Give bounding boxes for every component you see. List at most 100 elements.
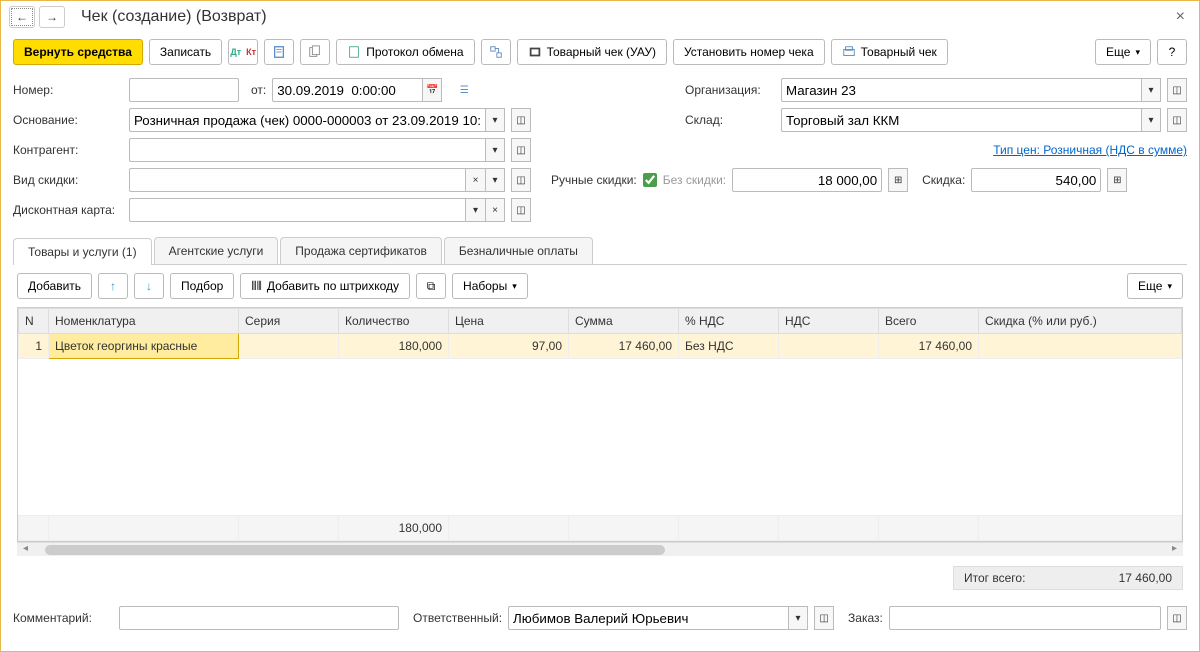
refund-button[interactable]: Вернуть средства bbox=[13, 39, 143, 65]
number-input[interactable] bbox=[129, 78, 239, 102]
col-vatp[interactable]: % НДС bbox=[679, 309, 779, 334]
tab-goods[interactable]: Товары и услуги (1) bbox=[13, 238, 152, 265]
col-nomen[interactable]: Номенклатура bbox=[49, 309, 239, 334]
responsible-dropdown-button[interactable]: ▾ bbox=[788, 606, 808, 630]
cell-total[interactable]: 17 460,00 bbox=[879, 334, 979, 359]
discount-calc-button[interactable]: ⊞ bbox=[1107, 168, 1127, 192]
slip-uau-button[interactable]: Товарный чек (УАУ) bbox=[517, 39, 667, 65]
table-row[interactable]: 1 Цветок георгины красные 180,000 97,00 … bbox=[19, 334, 1182, 359]
sets-button[interactable]: Наборы ▾ bbox=[452, 273, 528, 299]
price-type-link[interactable]: Тип цен: Розничная (НДС в сумме) bbox=[993, 143, 1187, 157]
move-up-button[interactable]: ↑ bbox=[98, 273, 128, 299]
responsible-input[interactable] bbox=[508, 606, 788, 630]
docs-icon-button[interactable] bbox=[300, 39, 330, 65]
discount-type-clear-button[interactable]: × bbox=[465, 168, 485, 192]
scrollbar-thumb[interactable] bbox=[45, 545, 665, 555]
manual-discount-checkbox[interactable] bbox=[643, 173, 657, 187]
counterparty-label: Контрагент: bbox=[13, 143, 123, 157]
col-price[interactable]: Цена bbox=[449, 309, 569, 334]
pick-button[interactable]: Подбор bbox=[170, 273, 234, 299]
add-barcode-button[interactable]: ⦀⦀Добавить по штрихкоду bbox=[240, 273, 410, 299]
card-open-button[interactable]: ◫ bbox=[511, 198, 531, 222]
discount-label: Скидка: bbox=[922, 173, 965, 187]
goods-table: N Номенклатура Серия Количество Цена Сум… bbox=[18, 308, 1182, 359]
warehouse-open-button[interactable]: ◫ bbox=[1167, 108, 1187, 132]
copy-icon-button[interactable]: ⧉ bbox=[416, 273, 446, 299]
no-discount-label: Без скидки: bbox=[663, 173, 726, 187]
org-label: Организация: bbox=[685, 83, 775, 97]
structure-icon-button[interactable] bbox=[481, 39, 511, 65]
no-discount-input[interactable] bbox=[732, 168, 882, 192]
col-vat[interactable]: НДС bbox=[779, 309, 879, 334]
warehouse-input[interactable] bbox=[781, 108, 1141, 132]
cell-series[interactable] bbox=[239, 334, 339, 359]
discount-type-input[interactable] bbox=[129, 168, 465, 192]
counterparty-open-button[interactable]: ◫ bbox=[511, 138, 531, 162]
more-button[interactable]: Еще ▾ bbox=[1095, 39, 1151, 65]
basis-open-button[interactable]: ◫ bbox=[511, 108, 531, 132]
col-sum[interactable]: Сумма bbox=[569, 309, 679, 334]
col-disc[interactable]: Скидка (% или руб.) bbox=[979, 309, 1182, 334]
itog-value: 17 460,00 bbox=[1119, 571, 1172, 585]
order-input[interactable] bbox=[889, 606, 1161, 630]
col-total[interactable]: Всего bbox=[879, 309, 979, 334]
org-open-button[interactable]: ◫ bbox=[1167, 78, 1187, 102]
cell-disc[interactable] bbox=[979, 334, 1182, 359]
table-more-button[interactable]: Еще ▾ bbox=[1127, 273, 1183, 299]
no-discount-calc-button[interactable]: ⊞ bbox=[888, 168, 908, 192]
cell-vatp[interactable]: Без НДС bbox=[679, 334, 779, 359]
close-icon[interactable]: × bbox=[1170, 8, 1191, 26]
cell-sum[interactable]: 17 460,00 bbox=[569, 334, 679, 359]
basis-dropdown-button[interactable]: ▾ bbox=[485, 108, 505, 132]
discount-input[interactable] bbox=[971, 168, 1101, 192]
tab-cashless[interactable]: Безналичные оплаты bbox=[444, 237, 593, 264]
set-receipt-number-button[interactable]: Установить номер чека bbox=[673, 39, 825, 65]
table-empty-area[interactable] bbox=[18, 359, 1182, 515]
col-series[interactable]: Серия bbox=[239, 309, 339, 334]
comment-input[interactable] bbox=[119, 606, 399, 630]
warehouse-label: Склад: bbox=[685, 113, 775, 127]
calendar-icon[interactable]: 📅 bbox=[422, 78, 442, 102]
nav-forward-button[interactable]: → bbox=[39, 6, 65, 28]
counterparty-dropdown-button[interactable]: ▾ bbox=[485, 138, 505, 162]
protocol-button[interactable]: Протокол обмена bbox=[336, 39, 474, 65]
cell-n[interactable]: 1 bbox=[19, 334, 49, 359]
add-row-button[interactable]: Добавить bbox=[17, 273, 92, 299]
org-dropdown-button[interactable]: ▾ bbox=[1141, 78, 1161, 102]
card-dropdown-button[interactable]: ▾ bbox=[465, 198, 485, 222]
dtkt-button[interactable]: ДтКт bbox=[228, 39, 258, 65]
form-icon[interactable]: ☰ bbox=[454, 78, 474, 102]
cell-qty[interactable]: 180,000 bbox=[339, 334, 449, 359]
col-n[interactable]: N bbox=[19, 309, 49, 334]
nav-back-button[interactable]: ← bbox=[9, 6, 35, 28]
discount-type-open-button[interactable]: ◫ bbox=[511, 168, 531, 192]
cell-price[interactable]: 97,00 bbox=[449, 334, 569, 359]
tab-cert[interactable]: Продажа сертификатов bbox=[280, 237, 442, 264]
warehouse-dropdown-button[interactable]: ▾ bbox=[1141, 108, 1161, 132]
footer-qty: 180,000 bbox=[339, 516, 449, 541]
help-button[interactable]: ? bbox=[1157, 39, 1187, 65]
cell-nomen[interactable]: Цветок георгины красные bbox=[49, 334, 239, 359]
write-button[interactable]: Записать bbox=[149, 39, 222, 65]
order-label: Заказ: bbox=[848, 611, 883, 625]
horizontal-scrollbar[interactable]: ◂ ▸ bbox=[17, 542, 1183, 556]
window-title: Чек (создание) (Возврат) bbox=[81, 8, 1170, 26]
card-input[interactable] bbox=[129, 198, 465, 222]
slip-button[interactable]: Товарный чек bbox=[831, 39, 948, 65]
date-input[interactable] bbox=[272, 78, 422, 102]
move-down-button[interactable]: ↓ bbox=[134, 273, 164, 299]
responsible-open-button[interactable]: ◫ bbox=[814, 606, 834, 630]
doc-icon-button[interactable] bbox=[264, 39, 294, 65]
org-input[interactable] bbox=[781, 78, 1141, 102]
discount-type-dropdown-button[interactable]: ▾ bbox=[485, 168, 505, 192]
order-open-button[interactable]: ◫ bbox=[1167, 606, 1187, 630]
responsible-label: Ответственный: bbox=[413, 611, 502, 625]
cell-vat[interactable] bbox=[779, 334, 879, 359]
counterparty-input[interactable] bbox=[129, 138, 485, 162]
card-label: Дисконтная карта: bbox=[13, 203, 123, 217]
tab-agent[interactable]: Агентские услуги bbox=[154, 237, 279, 264]
col-qty[interactable]: Количество bbox=[339, 309, 449, 334]
card-clear-button[interactable]: × bbox=[485, 198, 505, 222]
basis-input[interactable] bbox=[129, 108, 485, 132]
number-label: Номер: bbox=[13, 83, 123, 97]
